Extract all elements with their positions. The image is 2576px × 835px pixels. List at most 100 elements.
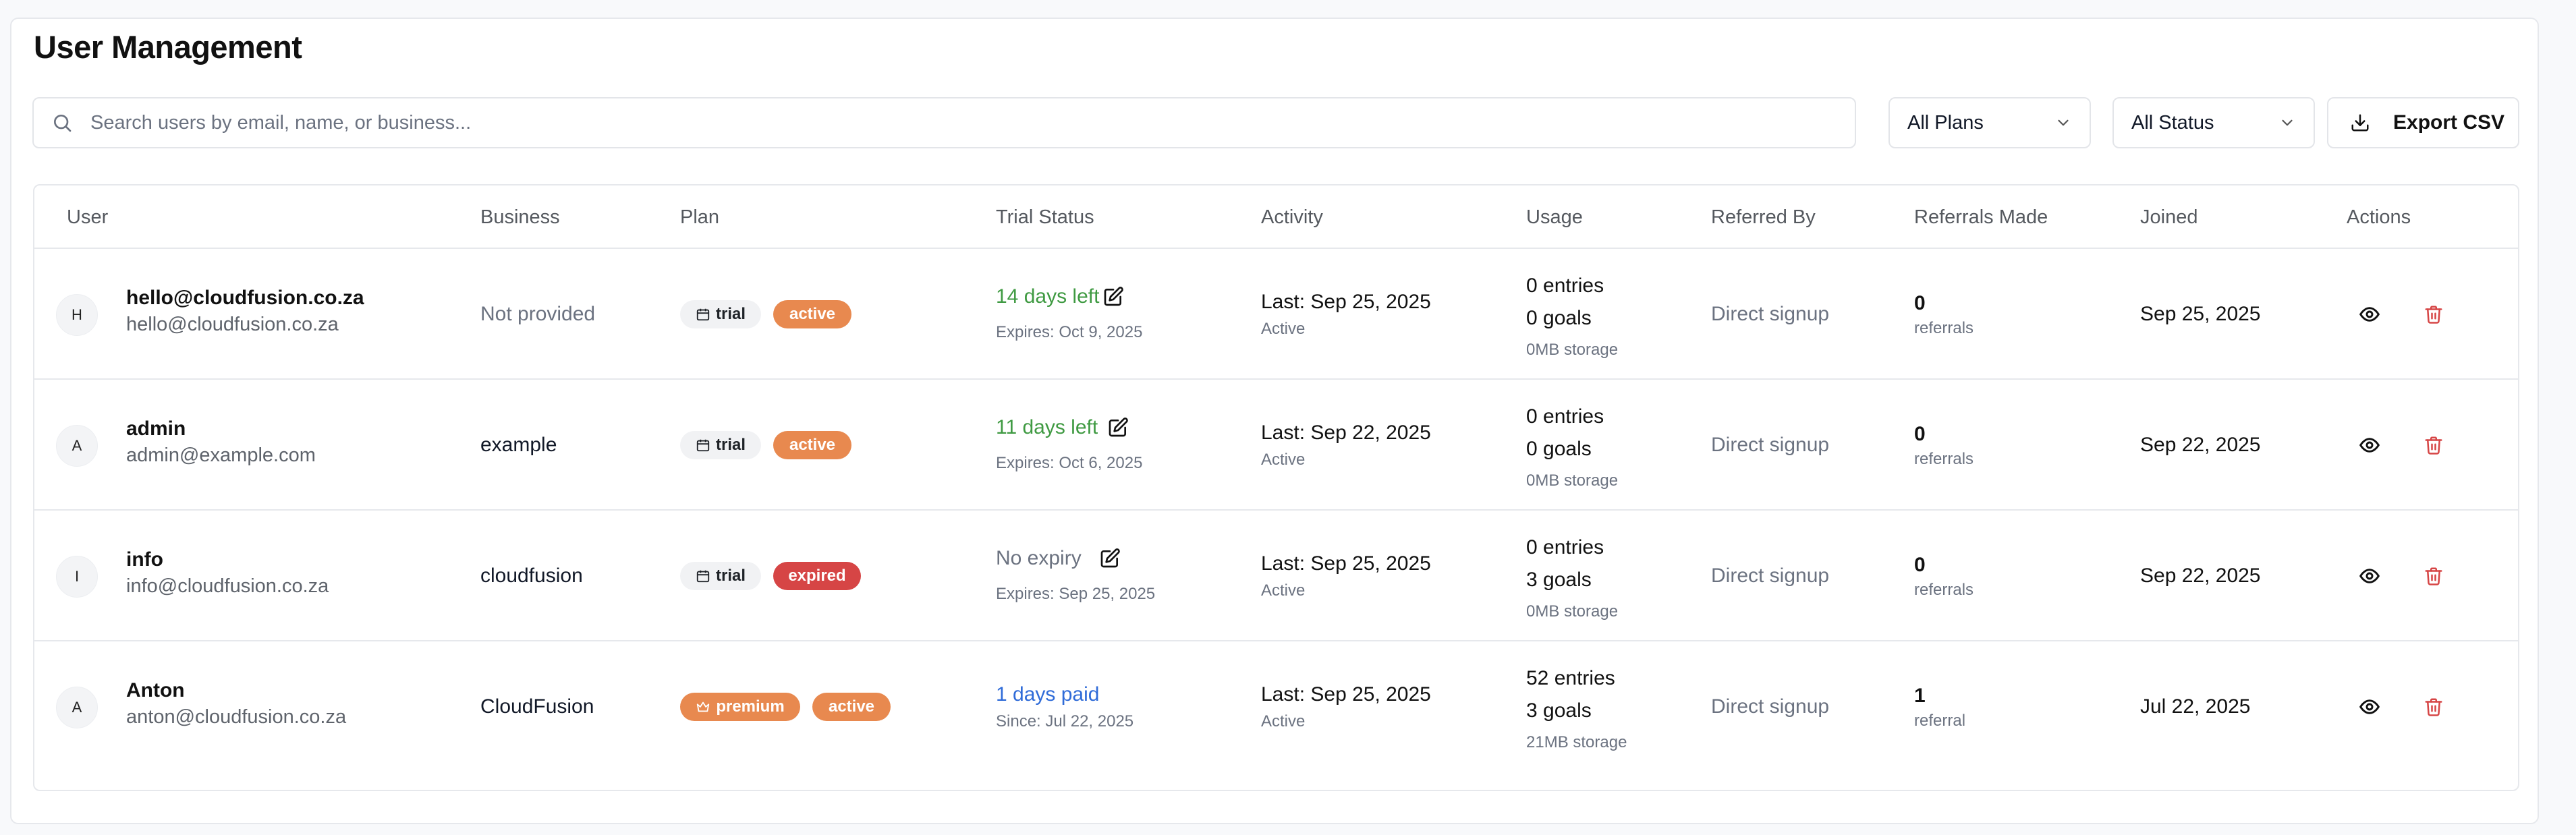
business-cell: example: [480, 434, 557, 456]
business-cell: CloudFusion: [480, 695, 594, 718]
search-input[interactable]: [89, 111, 1855, 135]
joined-date: Sep 22, 2025: [2140, 434, 2261, 456]
edit-trial-icon[interactable]: [1107, 417, 1129, 438]
referrals-label: referrals: [1914, 450, 1974, 468]
activity-status: Active: [1261, 712, 1306, 730]
user-name: admin: [126, 418, 186, 440]
table-row: I info info@cloudfusion.co.za cloudfusio…: [34, 511, 2518, 641]
usage-entries: 0 entries: [1526, 275, 1604, 297]
usage-goals: 3 goals: [1526, 699, 1592, 722]
trial-expiry: Expires: Oct 9, 2025: [996, 323, 1143, 341]
column-header-business[interactable]: Business: [480, 185, 560, 249]
user-cell: Anton anton@cloudfusion.co.za: [126, 679, 346, 728]
chevron-down-icon: [2054, 114, 2072, 132]
table-header: User Business Plan Trial Status Activity…: [34, 185, 2518, 249]
referrals-count: 1: [1914, 685, 1926, 707]
joined-date: Sep 22, 2025: [2140, 565, 2261, 587]
delete-user-icon[interactable]: [2420, 301, 2447, 328]
search-box[interactable]: [32, 97, 1856, 148]
delete-user-icon[interactable]: [2420, 432, 2447, 459]
referrals-label: referral: [1914, 712, 1966, 730]
avatar: A: [56, 425, 98, 467]
referrals-cell: 0 referrals: [1914, 554, 1973, 600]
column-header-activity[interactable]: Activity: [1261, 185, 1323, 249]
usage-goals: 0 goals: [1526, 438, 1592, 460]
download-icon: [2350, 113, 2370, 133]
usage-goals: 3 goals: [1526, 569, 1592, 591]
trial-status-text: 1 days paid: [996, 683, 1100, 706]
view-user-icon[interactable]: [2356, 563, 2383, 589]
activity-status: Active: [1261, 451, 1306, 469]
avatar: H: [56, 294, 98, 336]
activity-status: Active: [1261, 581, 1306, 600]
trial-expiry: Expires: Oct 6, 2025: [996, 454, 1143, 472]
user-email: hello@cloudfusion.co.za: [126, 314, 339, 335]
column-header-trial-status[interactable]: Trial Status: [996, 185, 1094, 249]
usage-storage: 21MB storage: [1526, 733, 1627, 751]
usage-goals: 0 goals: [1526, 307, 1592, 329]
referred-by: Direct signup: [1711, 695, 1830, 718]
last-activity: Last: Sep 22, 2025: [1261, 422, 1431, 444]
trial-status-text: 14 days left: [996, 285, 1100, 308]
user-name: hello@cloudfusion.co.za: [126, 287, 364, 309]
column-header-referrals-made[interactable]: Referrals Made: [1914, 185, 2048, 249]
crown-icon: [696, 699, 710, 714]
calendar-icon: [696, 307, 710, 322]
referrals-cell: 0 referrals: [1914, 292, 1973, 338]
column-header-usage[interactable]: Usage: [1526, 185, 1583, 249]
referrals-cell: 0 referrals: [1914, 423, 1973, 469]
plan-badge-label: trial: [715, 567, 746, 585]
last-activity: Last: Sep 25, 2025: [1261, 291, 1431, 313]
export-csv-button[interactable]: Export CSV: [2327, 97, 2519, 148]
status-filter-select[interactable]: All Status: [2112, 97, 2315, 148]
users-table: User Business Plan Trial Status Activity…: [33, 184, 2519, 791]
referrals-label: referrals: [1914, 319, 1974, 337]
avatar: A: [56, 687, 98, 728]
joined-date: Sep 25, 2025: [2140, 303, 2261, 325]
edit-trial-icon[interactable]: [1102, 286, 1124, 308]
view-user-icon[interactable]: [2356, 432, 2383, 459]
activity-status: Active: [1261, 320, 1306, 338]
search-icon: [51, 112, 73, 134]
column-header-plan[interactable]: Plan: [680, 185, 719, 249]
usage-entries: 0 entries: [1526, 405, 1604, 428]
status-badge: active: [773, 300, 851, 328]
table-row: A Anton anton@cloudfusion.co.za CloudFus…: [34, 641, 2518, 772]
user-name: info: [126, 548, 163, 571]
table-row: A admin admin@example.com example trial …: [34, 380, 2518, 511]
column-header-joined[interactable]: Joined: [2140, 185, 2197, 249]
user-cell: admin admin@example.com: [126, 418, 316, 467]
column-header-referred-by[interactable]: Referred By: [1711, 185, 1816, 249]
business-cell: Not provided: [480, 303, 596, 325]
view-user-icon[interactable]: [2356, 693, 2383, 720]
avatar: I: [56, 556, 98, 598]
plan-badge: trial: [680, 562, 761, 590]
plan-badge: trial: [680, 431, 761, 459]
plan-badge-label: trial: [715, 305, 746, 323]
column-header-user[interactable]: User: [67, 185, 108, 249]
chevron-down-icon: [2278, 114, 2296, 132]
status-filter-value: All Status: [2131, 111, 2214, 134]
referred-by: Direct signup: [1711, 303, 1830, 325]
user-email: info@cloudfusion.co.za: [126, 575, 329, 597]
usage-entries: 0 entries: [1526, 536, 1604, 558]
user-cell: info info@cloudfusion.co.za: [126, 548, 329, 598]
delete-user-icon[interactable]: [2420, 563, 2447, 589]
plan-badge-label: trial: [715, 436, 746, 454]
view-user-icon[interactable]: [2356, 301, 2383, 328]
edit-trial-icon[interactable]: [1099, 548, 1121, 569]
delete-user-icon[interactable]: [2420, 693, 2447, 720]
status-badge: expired: [773, 562, 861, 590]
calendar-icon: [696, 569, 710, 583]
user-name: Anton: [126, 679, 185, 701]
plan-badge: premium: [680, 693, 800, 721]
last-activity: Last: Sep 25, 2025: [1261, 552, 1431, 575]
status-badge: active: [812, 693, 891, 721]
referrals-count: 0: [1914, 423, 1926, 445]
plan-filter-select[interactable]: All Plans: [1888, 97, 2091, 148]
plan-badge-label: premium: [716, 697, 785, 716]
usage-entries: 52 entries: [1526, 667, 1615, 689]
user-cell: hello@cloudfusion.co.za hello@cloudfusio…: [126, 287, 364, 336]
paid-since: Since: Jul 22, 2025: [996, 712, 1134, 730]
calendar-icon: [696, 438, 710, 453]
